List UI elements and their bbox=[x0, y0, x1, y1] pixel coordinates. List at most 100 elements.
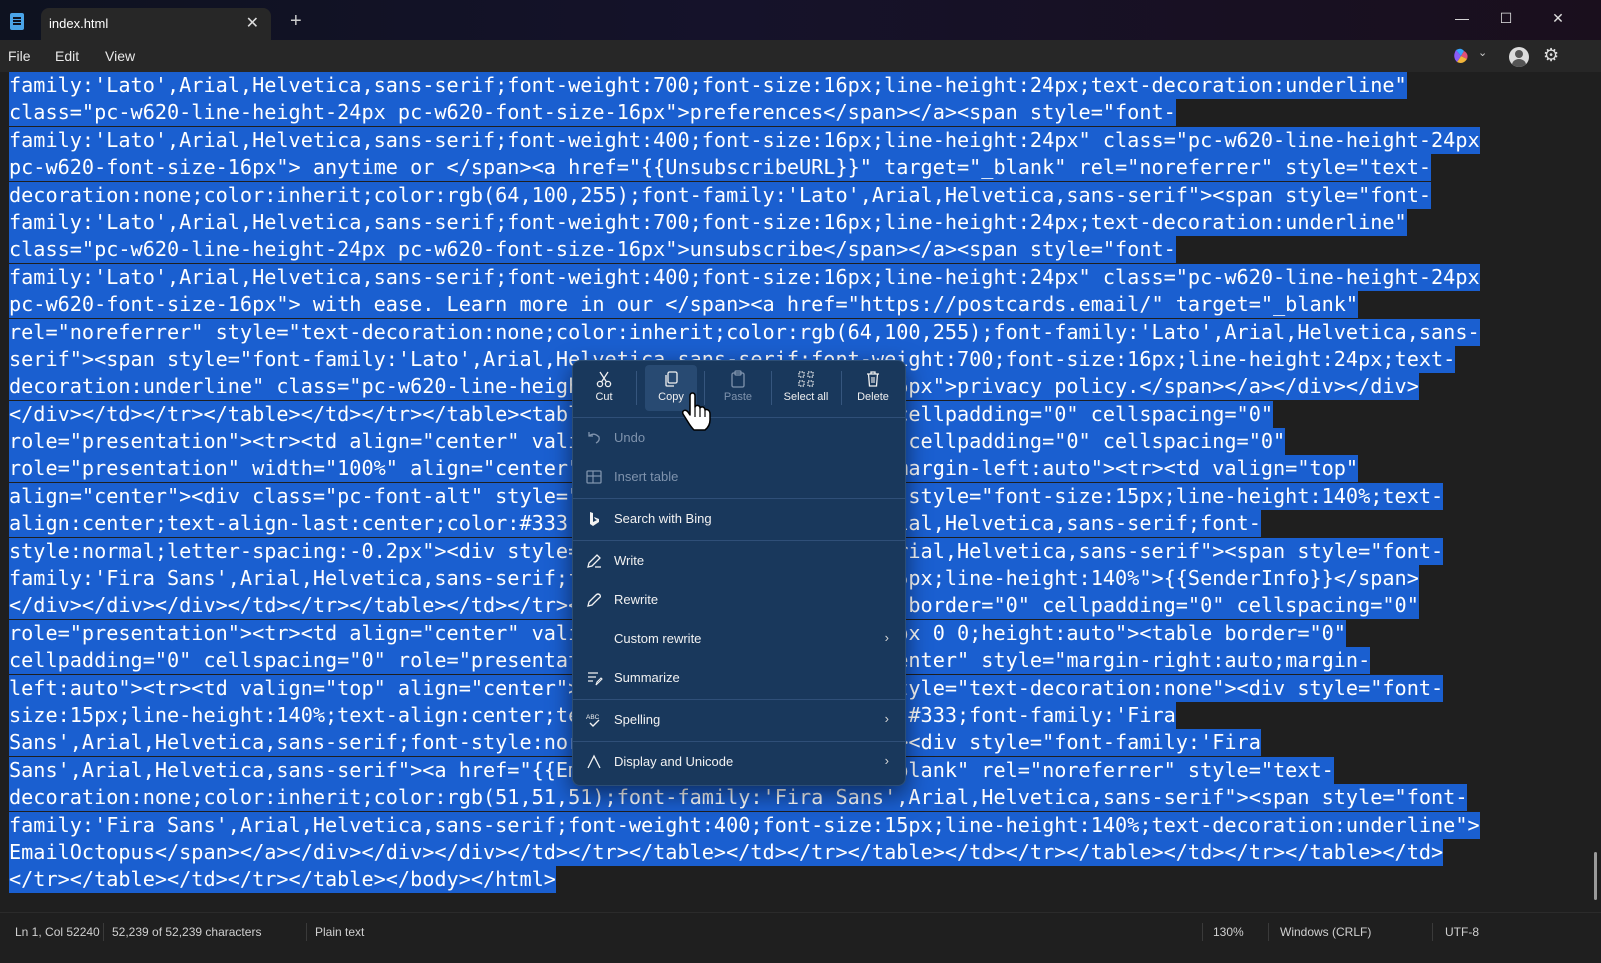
paste-button[interactable]: Paste bbox=[715, 365, 761, 411]
selected-text[interactable]: family:'Lato',Arial,Helvetica,sans-serif… bbox=[9, 263, 1480, 291]
select-all-label: Select all bbox=[783, 391, 829, 403]
menu-item-spelling[interactable]: ABC Spelling › bbox=[573, 701, 905, 739]
code-line[interactable]: family:'Lato',Arial,Helvetica,sans-serif… bbox=[9, 72, 1569, 99]
gear-icon[interactable]: ⚙ bbox=[1543, 45, 1559, 66]
scrollbar-thumb[interactable] bbox=[1594, 852, 1597, 900]
menu-item-summarize[interactable]: Summarize bbox=[573, 659, 905, 697]
selected-text[interactable]: class="pc-w620-line-height-24px pc-w620-… bbox=[9, 99, 1176, 127]
chevron-right-icon: › bbox=[884, 711, 889, 726]
menu-bar: File Edit View bbox=[0, 40, 1601, 72]
maximize-button[interactable]: ☐ bbox=[1486, 4, 1526, 32]
toolbar-divider bbox=[841, 371, 842, 405]
minimize-button[interactable]: — bbox=[1442, 4, 1482, 32]
code-line[interactable]: pc-w620-font-size-16px"> with ease. Lear… bbox=[9, 291, 1569, 319]
select-all-button[interactable]: Select all bbox=[777, 365, 835, 411]
menu-item-write[interactable]: Write bbox=[573, 542, 905, 580]
code-line[interactable]: decoration:none;color:inherit;color:rgb(… bbox=[9, 784, 1569, 812]
code-line[interactable]: pc-w620-font-size-16px"> anytime or </sp… bbox=[9, 154, 1569, 182]
menu-item-custom-rewrite[interactable]: Custom rewrite › bbox=[573, 620, 905, 658]
menu-edit[interactable]: Edit bbox=[55, 48, 79, 64]
code-line[interactable]: EmailOctopus</span></a></div></div></div… bbox=[9, 838, 1569, 866]
trash-icon bbox=[867, 371, 879, 387]
selected-text[interactable]: EmailOctopus</span></a></div></div></div… bbox=[9, 838, 1444, 866]
zoom-level[interactable]: 130% bbox=[1213, 925, 1244, 939]
menu-divider bbox=[573, 699, 905, 700]
svg-text:ABC: ABC bbox=[586, 714, 600, 721]
chevron-right-icon: › bbox=[884, 630, 889, 645]
menu-item-undo[interactable]: Undo bbox=[573, 419, 905, 457]
bing-icon bbox=[590, 512, 599, 526]
menu-item-search-with-bing[interactable]: Search with Bing bbox=[573, 500, 905, 538]
write-label: Write bbox=[614, 553, 645, 568]
code-line[interactable]: class="pc-w620-line-height-24px pc-w620-… bbox=[9, 99, 1569, 127]
rewrite-icon bbox=[587, 593, 601, 607]
character-count: 52,239 of 52,239 characters bbox=[112, 925, 262, 939]
selected-text[interactable]: family:'Lato',Arial,Helvetica,sans-serif… bbox=[9, 126, 1480, 154]
menu-view[interactable]: View bbox=[105, 48, 135, 64]
selected-text[interactable]: class="pc-w620-line-height-24px pc-w620-… bbox=[9, 236, 1176, 264]
code-line[interactable]: </tr></table></td></tr></table></body></… bbox=[9, 866, 1569, 894]
menu-divider bbox=[573, 417, 905, 418]
selected-text[interactable]: family:'Lato',Arial,Helvetica,sans-serif… bbox=[9, 72, 1407, 99]
selected-text[interactable]: family:'Lato',Arial,Helvetica,sans-serif… bbox=[9, 208, 1407, 236]
chevron-down-icon[interactable]: ⌄ bbox=[1478, 46, 1487, 59]
code-line[interactable]: family:'Lato',Arial,Helvetica,sans-serif… bbox=[9, 208, 1569, 236]
context-menu: Cut Copy Paste Select all Delete Undo In… bbox=[572, 360, 906, 786]
insert-table-label: Insert table bbox=[614, 469, 679, 484]
code-line[interactable]: class="pc-w620-line-height-24px pc-w620-… bbox=[9, 236, 1569, 264]
toolbar-divider bbox=[636, 371, 637, 405]
title-bar: index.html ✕ + — ☐ ✕ bbox=[0, 0, 1601, 40]
spelling-label: Spelling bbox=[614, 712, 661, 727]
menu-divider bbox=[573, 540, 905, 541]
undo-label: Undo bbox=[614, 430, 646, 445]
scissors-icon bbox=[596, 371, 612, 388]
cut-button[interactable]: Cut bbox=[581, 365, 627, 411]
paste-label: Paste bbox=[723, 391, 753, 403]
summarize-label: Summarize bbox=[614, 670, 680, 685]
menu-item-rewrite[interactable]: Rewrite bbox=[573, 581, 905, 619]
hand-pointer-cursor-icon bbox=[681, 392, 711, 431]
menu-item-insert-table[interactable]: Insert table bbox=[573, 458, 905, 496]
select-all-icon bbox=[798, 371, 814, 387]
status-divider bbox=[103, 923, 104, 941]
selected-text[interactable]: decoration:none;color:inherit;color:rgb(… bbox=[9, 784, 1468, 812]
code-line[interactable]: family:'Lato',Arial,Helvetica,sans-serif… bbox=[9, 126, 1569, 154]
menu-item-display-and-unicode[interactable]: Display and Unicode › bbox=[573, 743, 905, 781]
selected-text[interactable]: rel="noreferrer" style="text-decoration:… bbox=[9, 318, 1480, 346]
close-window-button[interactable]: ✕ bbox=[1538, 4, 1578, 32]
notepad-app-icon bbox=[10, 13, 24, 30]
menu-divider bbox=[573, 498, 905, 499]
selected-text[interactable]: family:'Fira Sans',Arial,Helvetica,sans-… bbox=[9, 811, 1480, 839]
menu-file[interactable]: File bbox=[8, 48, 31, 64]
code-line[interactable]: decoration:none;color:inherit;color:rgb(… bbox=[9, 181, 1569, 209]
status-divider bbox=[1432, 923, 1433, 941]
file-format[interactable]: Plain text bbox=[315, 925, 364, 939]
cursor-position: Ln 1, Col 52240 bbox=[15, 925, 100, 939]
status-divider bbox=[306, 923, 307, 941]
menu-divider bbox=[573, 741, 905, 742]
copy-icon bbox=[665, 371, 678, 387]
code-line[interactable]: family:'Fira Sans',Arial,Helvetica,sans-… bbox=[9, 811, 1569, 839]
copilot-icon[interactable] bbox=[1452, 47, 1470, 65]
tab-index-html[interactable]: index.html ✕ bbox=[41, 8, 271, 40]
line-endings[interactable]: Windows (CRLF) bbox=[1280, 925, 1371, 939]
custom-rewrite-label: Custom rewrite bbox=[614, 631, 702, 646]
selected-text[interactable]: pc-w620-font-size-16px"> anytime or </sp… bbox=[9, 154, 1432, 182]
selected-text[interactable]: </tr></table></td></tr></table></body></… bbox=[9, 866, 556, 894]
context-menu-toolbar: Cut Copy Paste Select all Delete bbox=[573, 361, 905, 417]
search-with-bing-label: Search with Bing bbox=[614, 511, 712, 526]
undo-icon bbox=[588, 432, 600, 444]
delete-button[interactable]: Delete bbox=[849, 365, 897, 411]
code-line[interactable]: rel="noreferrer" style="text-decoration:… bbox=[9, 318, 1569, 346]
tab-close-icon[interactable]: ✕ bbox=[246, 13, 259, 33]
avatar[interactable] bbox=[1509, 47, 1529, 67]
summarize-icon bbox=[588, 672, 603, 686]
selected-text[interactable]: decoration:none;color:inherit;color:rgb(… bbox=[9, 181, 1432, 209]
delete-label: Delete bbox=[857, 391, 889, 403]
encoding[interactable]: UTF-8 bbox=[1445, 925, 1479, 939]
selected-text[interactable]: pc-w620-font-size-16px"> with ease. Lear… bbox=[9, 291, 1359, 319]
rewrite-label: Rewrite bbox=[614, 592, 659, 607]
pen-icon bbox=[587, 554, 601, 568]
new-tab-button[interactable]: + bbox=[290, 10, 302, 33]
code-line[interactable]: family:'Lato',Arial,Helvetica,sans-serif… bbox=[9, 263, 1569, 291]
